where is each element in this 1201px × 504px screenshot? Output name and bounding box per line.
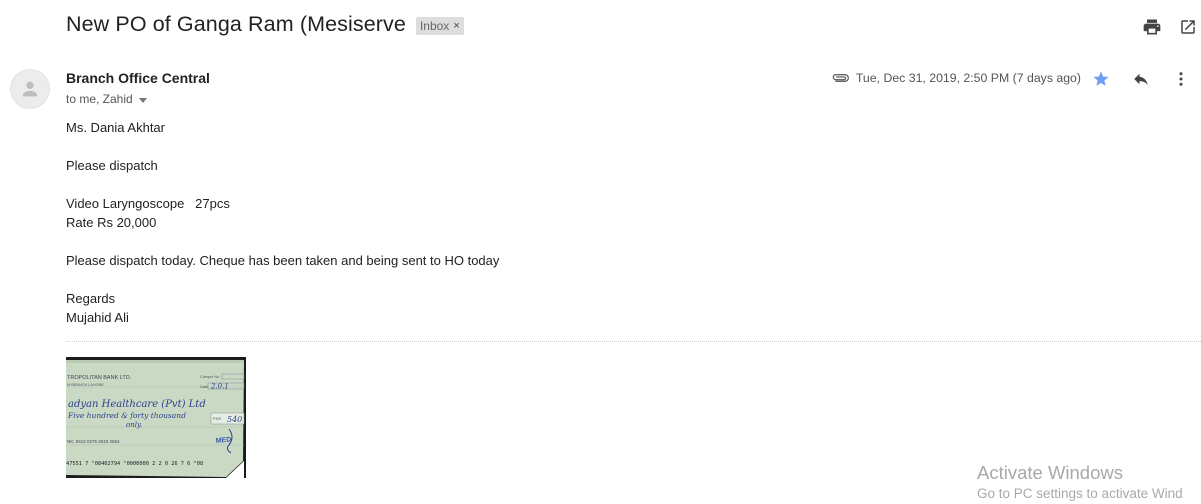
inbox-label-chip[interactable]: Inbox × (415, 16, 464, 35)
cheque-date-value: 2.0.1 (210, 383, 229, 391)
cheque-branch: M BRANCH LAHORE (67, 383, 104, 387)
body-line: Please dispatch today. Cheque has been t… (66, 253, 500, 268)
recipients-text: to me, Zahid (66, 92, 133, 106)
body-line-signoff: Regards (66, 291, 116, 306)
cheque-micr-line: 47551 7 "08402794 "0000000 2 2 0 26 7 6 … (66, 461, 203, 467)
sender-name[interactable]: Branch Office Central (66, 70, 210, 86)
message-actions (1081, 68, 1201, 90)
cheque-date-label: Date (200, 385, 208, 389)
cheque-amount-label: PKR (213, 416, 221, 421)
reply-icon[interactable] (1121, 68, 1161, 90)
cheque-account-number: NK: 0412 0275 4010 2654 (67, 439, 120, 444)
person-icon (22, 81, 38, 97)
body-line: Rate Rs 20,000 (66, 215, 157, 230)
cheque-amount-figures: 540 (227, 415, 242, 424)
remove-label-button[interactable]: × (453, 17, 459, 35)
thread-actions (1141, 16, 1199, 38)
cheque-amount-words: Five hundred & forty thousand (67, 411, 186, 420)
email-view: New PO of Ganga Ram (Mesiserve Inbox × B… (0, 0, 1201, 504)
cheque-payee: adyan Healthcare (Pvt) Ltd (68, 399, 206, 410)
body-line: Video Laryngoscope 27pcs (66, 196, 230, 211)
body-line: Please dispatch (66, 158, 158, 173)
paperclip-icon (832, 74, 849, 83)
cheque-number-label: Cheque No. (200, 375, 220, 379)
watermark-title: Activate Windows (977, 462, 1123, 483)
attachments-divider (66, 341, 1201, 342)
body-line-signature: Mujahid Ali (66, 310, 129, 325)
more-vert-icon[interactable] (1161, 68, 1201, 90)
cheque-bank-name: TROPOLITAN BANK LTD. (67, 375, 132, 381)
email-subject: New PO of Ganga Ram (Mesiserve (66, 12, 406, 36)
label-text: Inbox (419, 18, 450, 33)
message-meta: Tue, Dec 31, 2019, 2:50 PM (7 days ago) (830, 71, 1081, 85)
body-line-greeting: Ms. Dania Akhtar (66, 120, 165, 135)
watermark-subtitle: Go to PC settings to activate Wind (977, 486, 1183, 501)
windows-activation-watermark: Activate Windows Go to PC settings to ac… (977, 462, 1183, 504)
email-subject-row: New PO of Ganga Ram (Mesiserve Inbox × (66, 12, 464, 37)
show-details-chevron-icon[interactable] (138, 97, 147, 103)
cheque-amount-words-2: only. (126, 421, 142, 429)
email-body: Ms. Dania Akhtar Please dispatch Video L… (66, 118, 499, 327)
cheque-image-attachment[interactable]: TROPOLITAN BANK LTD. M BRANCH LAHORE Che… (66, 357, 246, 478)
sender-avatar[interactable] (10, 69, 50, 109)
cheque-image: TROPOLITAN BANK LTD. M BRANCH LAHORE Che… (66, 357, 246, 478)
message-date: Tue, Dec 31, 2019, 2:50 PM (7 days ago) (855, 71, 1081, 85)
print-icon[interactable] (1141, 16, 1163, 38)
recipients-line: to me, Zahid (66, 92, 147, 106)
star-icon[interactable] (1081, 68, 1121, 90)
open-in-new-window-icon[interactable] (1177, 16, 1199, 38)
